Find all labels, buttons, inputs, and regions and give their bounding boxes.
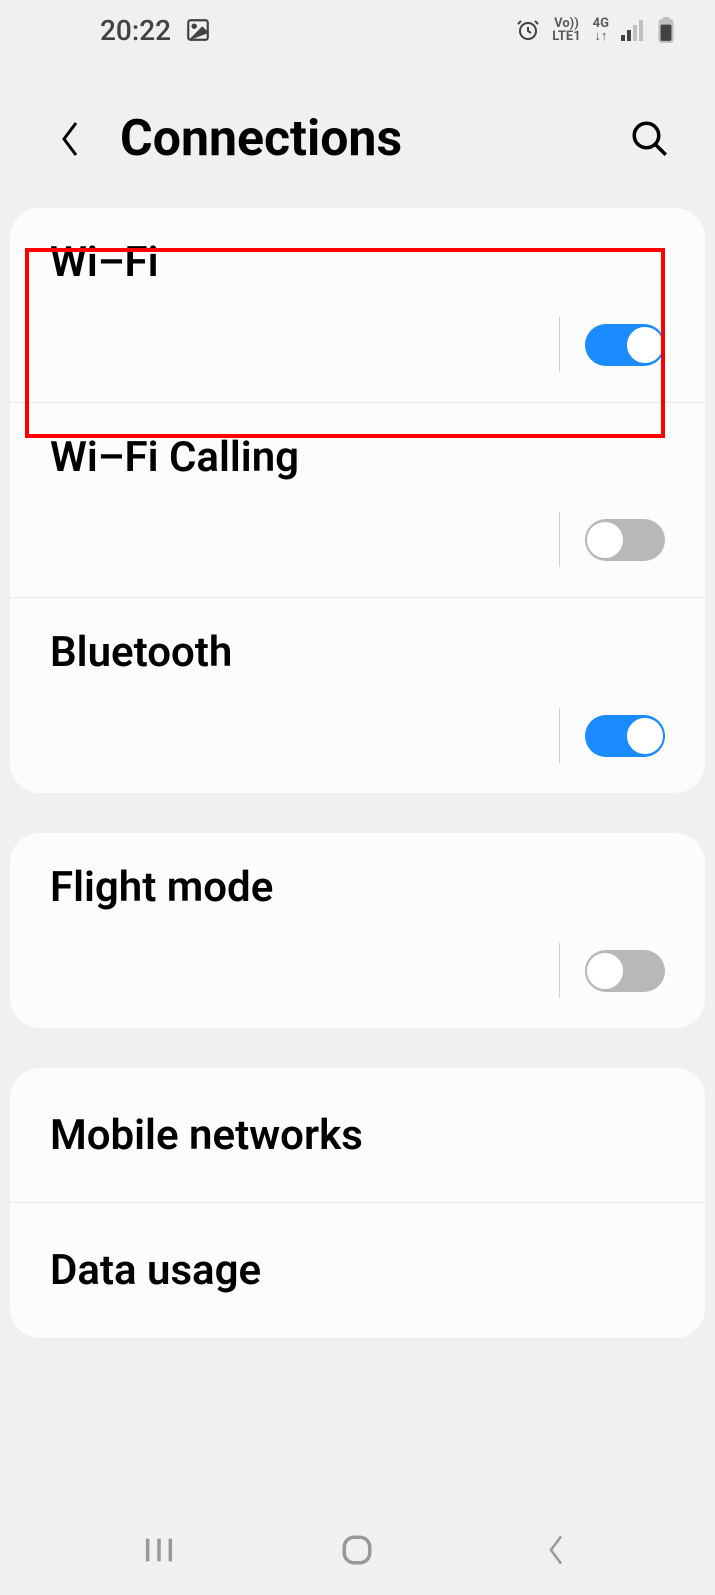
volte-icon: Vo)) LTE1 xyxy=(552,17,580,43)
card-connectivity: Wi–Fi Wi–Fi Calling Bluetooth xyxy=(10,208,705,793)
recents-button[interactable] xyxy=(134,1525,184,1575)
image-icon xyxy=(185,17,211,43)
setting-data-usage[interactable]: Data usage xyxy=(10,1203,705,1338)
toggle-divider xyxy=(559,943,560,998)
flight-mode-toggle[interactable] xyxy=(585,950,665,992)
search-button[interactable] xyxy=(625,114,675,164)
wifi-calling-toggle[interactable] xyxy=(585,519,665,561)
flight-mode-label: Flight mode xyxy=(50,863,665,912)
page-title: Connections xyxy=(120,110,595,168)
flight-mode-toggle-area xyxy=(50,943,665,998)
bluetooth-label: Bluetooth xyxy=(50,628,665,677)
toggle-divider xyxy=(559,512,560,567)
status-bar-left: 20:22 xyxy=(100,14,211,47)
toggle-divider xyxy=(559,708,560,763)
setting-mobile-networks[interactable]: Mobile networks xyxy=(10,1068,705,1203)
4g-icon: 4G ↓↑ xyxy=(593,17,609,43)
toggle-divider xyxy=(559,317,560,372)
status-bar-right: Vo)) LTE1 4G ↓↑ xyxy=(516,17,675,43)
setting-bluetooth[interactable]: Bluetooth xyxy=(10,598,705,793)
status-bar: 20:22 Vo)) LTE1 4G ↓↑ xyxy=(0,0,715,60)
wifi-toggle[interactable] xyxy=(585,324,665,366)
toggle-knob xyxy=(585,520,625,560)
setting-flight-mode[interactable]: Flight mode xyxy=(10,833,705,1028)
back-nav-button[interactable] xyxy=(531,1525,581,1575)
settings-content: Wi–Fi Wi–Fi Calling Bluetooth xyxy=(0,208,715,1338)
data-usage-label: Data usage xyxy=(50,1246,665,1295)
back-button[interactable] xyxy=(50,119,90,159)
toggle-knob xyxy=(625,325,665,365)
wifi-toggle-area xyxy=(50,317,665,372)
toggle-knob xyxy=(585,951,625,991)
bluetooth-toggle[interactable] xyxy=(585,715,665,757)
status-time: 20:22 xyxy=(100,14,171,47)
signal-icon xyxy=(621,19,645,41)
wifi-calling-toggle-area xyxy=(50,512,665,567)
card-network: Mobile networks Data usage xyxy=(10,1068,705,1338)
setting-wifi-calling[interactable]: Wi–Fi Calling xyxy=(10,403,705,598)
setting-wifi[interactable]: Wi–Fi xyxy=(10,208,705,403)
wifi-label: Wi–Fi xyxy=(50,238,665,287)
navigation-bar xyxy=(0,1505,715,1595)
toggle-knob xyxy=(625,716,665,756)
alarm-icon xyxy=(516,18,540,42)
mobile-networks-label: Mobile networks xyxy=(50,1111,665,1160)
wifi-calling-label: Wi–Fi Calling xyxy=(50,433,665,482)
home-button[interactable] xyxy=(332,1525,382,1575)
header: Connections xyxy=(0,60,715,208)
card-flight-mode: Flight mode xyxy=(10,833,705,1028)
bluetooth-toggle-area xyxy=(50,708,665,763)
battery-icon xyxy=(657,17,675,43)
